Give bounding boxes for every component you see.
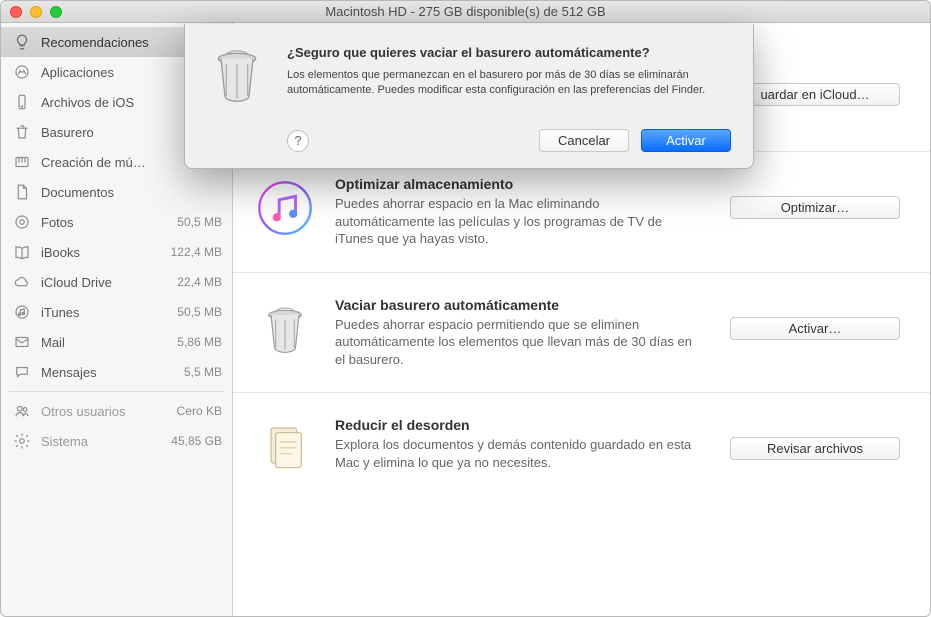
sidebar-item-size: 50,5 MB (177, 215, 222, 229)
app-icon (11, 63, 33, 81)
lightbulb-icon (11, 33, 33, 51)
sidebar-item-label: Mensajes (41, 365, 176, 380)
reco-title: Vaciar basurero automáticamente (335, 297, 712, 313)
sidebar-item-icloud-drive[interactable]: iCloud Drive 22,4 MB (1, 267, 232, 297)
itunes-large-icon (253, 176, 317, 240)
reco-title: Optimizar almacenamiento (335, 176, 712, 192)
sidebar-item-photos[interactable]: Fotos 50,5 MB (1, 207, 232, 237)
reco-text: Optimizar almacenamiento Puedes ahorrar … (335, 176, 712, 248)
sidebar-item-label: Fotos (41, 215, 169, 230)
sidebar-item-mail[interactable]: Mail 5,86 MB (1, 327, 232, 357)
dialog-cancel-button[interactable]: Cancelar (539, 129, 629, 152)
reco-desc: Puedes ahorrar espacio permitiendo que s… (335, 316, 695, 369)
sidebar-item-itunes[interactable]: iTunes 50,5 MB (1, 297, 232, 327)
window-title: Macintosh HD - 275 GB disponible(s) de 5… (1, 4, 930, 19)
activate-trash-button[interactable]: Activar… (730, 317, 900, 340)
phone-icon (11, 93, 33, 111)
dialog-help-button[interactable]: ? (287, 130, 309, 152)
sidebar-item-size: 5,5 MB (184, 365, 222, 379)
reco-desc: Puedes ahorrar espacio en la Mac elimina… (335, 195, 695, 248)
cloud-icon (11, 273, 33, 291)
dialog-trash-icon (205, 44, 269, 108)
sidebar-item-documents[interactable]: Documentos (1, 177, 232, 207)
gear-icon (11, 432, 33, 450)
reco-optimize: Optimizar almacenamiento Puedes ahorrar … (233, 152, 930, 273)
sidebar-item-size: 122,4 MB (171, 245, 222, 259)
zoom-window-button[interactable] (50, 6, 62, 18)
sidebar-item-other-users[interactable]: Otros usuarios Cero KB (1, 396, 232, 426)
reco-action: Revisar archivos (730, 417, 910, 460)
music-icon (11, 303, 33, 321)
sidebar-item-label: iBooks (41, 245, 163, 260)
sidebar-item-size: 45,85 GB (171, 434, 222, 448)
users-icon (11, 402, 33, 420)
sidebar-item-label: iTunes (41, 305, 169, 320)
sidebar-item-label: Mail (41, 335, 169, 350)
storage-window: Macintosh HD - 275 GB disponible(s) de 5… (0, 0, 931, 617)
sidebar-item-messages[interactable]: Mensajes 5,5 MB (1, 357, 232, 387)
trash-icon (11, 123, 33, 141)
documents-large-icon (253, 417, 317, 481)
sidebar-item-size: 50,5 MB (177, 305, 222, 319)
chat-icon (11, 363, 33, 381)
sidebar-item-label: Documentos (41, 185, 214, 200)
sidebar-item-label: Sistema (41, 434, 163, 449)
book-icon (11, 243, 33, 261)
dialog-body: ¿Seguro que quieres vaciar el basurero a… (287, 44, 731, 152)
dialog-buttons: ? Cancelar Activar (287, 129, 731, 152)
close-window-button[interactable] (10, 6, 22, 18)
sidebar-item-size: 5,86 MB (177, 335, 222, 349)
sidebar-item-ibooks[interactable]: iBooks 122,4 MB (1, 237, 232, 267)
photos-icon (11, 213, 33, 231)
reco-clutter: Reducir el desorden Explora los document… (233, 393, 930, 505)
dialog-confirm-button[interactable]: Activar (641, 129, 731, 152)
mail-icon (11, 333, 33, 351)
review-files-button[interactable]: Revisar archivos (730, 437, 900, 460)
confirm-empty-trash-dialog: ¿Seguro que quieres vaciar el basurero a… (184, 24, 754, 169)
titlebar: Macintosh HD - 275 GB disponible(s) de 5… (1, 1, 930, 23)
reco-empty-trash: Vaciar basurero automáticamente Puedes a… (233, 273, 930, 394)
store-in-icloud-button[interactable]: uardar en iCloud… (730, 83, 900, 106)
sidebar-item-size: Cero KB (177, 404, 222, 418)
sidebar-item-size: 22,4 MB (177, 275, 222, 289)
traffic-lights (1, 6, 62, 18)
reco-text: Vaciar basurero automáticamente Puedes a… (335, 297, 712, 369)
sidebar-item-system[interactable]: Sistema 45,85 GB (1, 426, 232, 456)
trash-large-icon (253, 297, 317, 361)
sidebar-item-label: Otros usuarios (41, 404, 169, 419)
sidebar-item-label: iCloud Drive (41, 275, 169, 290)
minimize-window-button[interactable] (30, 6, 42, 18)
reco-title: Reducir el desorden (335, 417, 712, 433)
sidebar-separator (9, 391, 224, 392)
reco-desc: Explora los documentos y demás contenido… (335, 436, 695, 471)
piano-icon (11, 153, 33, 171)
reco-text: Reducir el desorden Explora los document… (335, 417, 712, 471)
dialog-message: Los elementos que permanezcan en el basu… (287, 68, 731, 100)
reco-action: uardar en iCloud… (730, 63, 910, 106)
optimize-button[interactable]: Optimizar… (730, 196, 900, 219)
dialog-title: ¿Seguro que quieres vaciar el basurero a… (287, 44, 731, 62)
reco-action: Activar… (730, 297, 910, 340)
document-icon (11, 183, 33, 201)
reco-action: Optimizar… (730, 176, 910, 219)
